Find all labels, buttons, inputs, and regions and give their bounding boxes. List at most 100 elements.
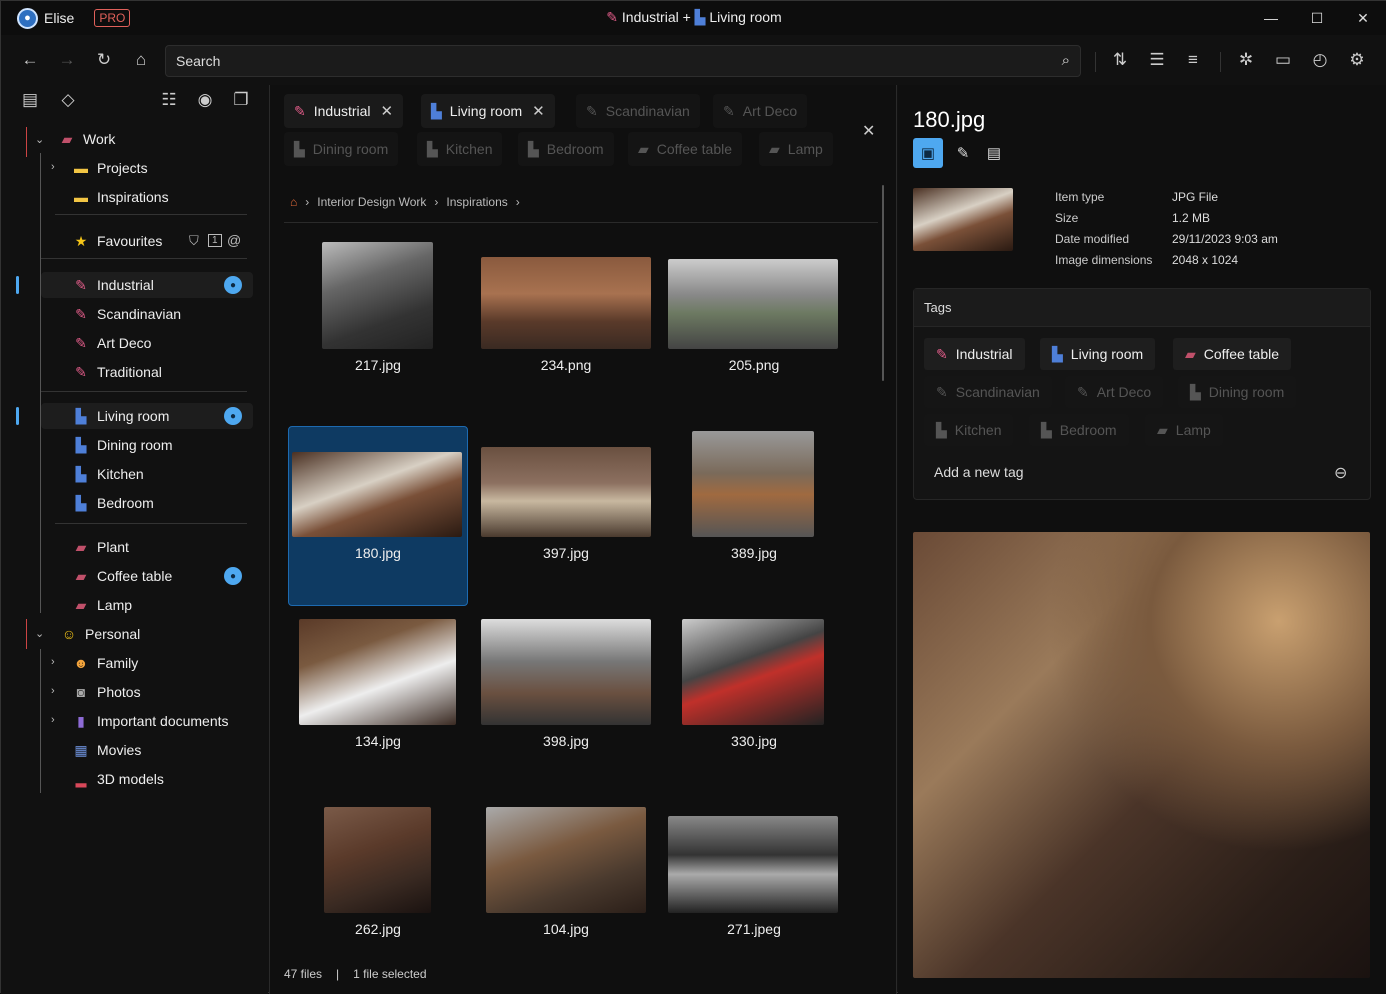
chevron-right-icon[interactable]: ›: [51, 656, 55, 668]
pin-icon[interactable]: ✎: [948, 138, 978, 168]
tag-dining-room[interactable]: ▙ Dining room: [1178, 376, 1297, 408]
sidebar-item-work[interactable]: ▰ Work: [57, 126, 116, 152]
archive-icon[interactable]: ▤: [15, 85, 45, 115]
thumbnail[interactable]: [486, 807, 646, 913]
tag-industrial[interactable]: ✎ Industrial: [924, 338, 1025, 370]
sidebar-item-dining-room[interactable]: ▙ Dining room: [71, 432, 173, 458]
sidebar-item-coffee-table[interactable]: ▰ Coffee table: [71, 563, 173, 589]
sidebar-item-kitchen[interactable]: ▙ Kitchen: [71, 461, 144, 487]
sidebar-item-bedroom[interactable]: ▙ Bedroom: [71, 490, 154, 516]
sidebar-item-industrial[interactable]: ✎ Industrial: [71, 272, 154, 298]
sidebar-item-personal[interactable]: ☺ Personal: [59, 621, 140, 647]
sidebar-item-living-room[interactable]: ▙ Living room: [71, 403, 170, 429]
thumbnail[interactable]: [481, 257, 651, 349]
filter-tag-scandinavian[interactable]: ✎ Scandinavian: [576, 94, 700, 128]
filter-active-icon[interactable]: ●: [224, 567, 242, 585]
filter-tag-kitchen[interactable]: ▙ Kitchen: [417, 132, 503, 166]
home-icon[interactable]: ⌂: [126, 45, 156, 75]
search-input[interactable]: Search ⌕: [165, 45, 1081, 77]
thumbnail[interactable]: [322, 242, 433, 349]
tag-lamp[interactable]: ▰ Lamp: [1145, 414, 1223, 446]
tag-bedroom[interactable]: ▙ Bedroom: [1029, 414, 1129, 446]
list-view-icon[interactable]: ☰: [1142, 45, 1172, 75]
house-icon[interactable]: ⌂: [290, 195, 297, 209]
chevron-down-icon[interactable]: ⌄: [35, 627, 44, 640]
search-icon[interactable]: ⌕: [1062, 52, 1070, 69]
close-window-button[interactable]: ✕: [1340, 1, 1386, 35]
maximize-button[interactable]: ☐: [1294, 1, 1340, 35]
breadcrumb-item[interactable]: Interior Design Work: [317, 195, 426, 209]
sort-icon[interactable]: ⇅: [1105, 45, 1135, 75]
add-tag-input[interactable]: Add a new tag: [934, 464, 1024, 480]
panel-icon[interactable]: ▭: [1268, 45, 1298, 75]
tag-coffee-table[interactable]: ▰ Coffee table: [1173, 338, 1292, 370]
chevron-right-icon[interactable]: ›: [51, 161, 55, 173]
smile-icon: ☺: [61, 626, 77, 642]
chevron-down-icon[interactable]: ⌄: [35, 133, 44, 146]
sidebar-item-art-deco[interactable]: ✎ Art Deco: [71, 330, 151, 356]
history-icon[interactable]: ◴: [1305, 45, 1335, 75]
sidebar-item-lamp[interactable]: ▰ Lamp: [71, 592, 132, 618]
breadcrumb-item[interactable]: Inspirations: [446, 195, 507, 209]
sidebar-item-plant[interactable]: ▰ Plant: [71, 534, 129, 560]
thumbnail[interactable]: [481, 447, 651, 537]
close-icon[interactable]: ✕: [381, 102, 394, 120]
tag-art-deco[interactable]: ✎ Art Deco: [1065, 376, 1164, 408]
thumbnail[interactable]: [292, 452, 462, 537]
sidebar-item-photos[interactable]: ◙ Photos: [71, 679, 141, 705]
thumbnail[interactable]: [668, 259, 838, 349]
thumbnail[interactable]: [324, 807, 431, 913]
thumbnail[interactable]: [481, 619, 651, 725]
thumbnail[interactable]: [668, 816, 838, 913]
tag-living-room[interactable]: ▙ Living room: [1040, 338, 1156, 370]
scrollbar[interactable]: [882, 185, 884, 381]
sidebar-item-scandinavian[interactable]: ✎ Scandinavian: [71, 301, 181, 327]
brush-icon: ✎: [723, 102, 735, 119]
filter-tag-dining-room[interactable]: ▙ Dining room: [284, 132, 399, 166]
settings-gear-icon[interactable]: ⚙: [1342, 45, 1372, 75]
document-icon[interactable]: ▤: [979, 138, 1009, 168]
minus-circle-icon[interactable]: ⊖: [1334, 463, 1347, 483]
sidebar-item-inspirations[interactable]: ▬ Inspirations: [71, 184, 169, 210]
filter-tag-art-deco[interactable]: ✎ Art Deco: [713, 94, 808, 128]
brush-icon: ✎: [606, 9, 619, 25]
sidebar-item-family[interactable]: ☻ Family: [71, 650, 139, 676]
breadcrumb: ⌂ › Interior Design Work › Inspirations ›: [290, 195, 520, 209]
filter-tag-coffee-table[interactable]: ▰ Coffee table: [628, 132, 743, 166]
sidebar-item-3d-models[interactable]: ▂ 3D models: [71, 766, 164, 792]
copy-icon[interactable]: ❐: [226, 85, 256, 115]
graph-icon[interactable]: ✲: [1231, 45, 1261, 75]
sidebar-item-important-documents[interactable]: ▮ Important documents: [71, 708, 228, 734]
filter-active-icon[interactable]: ●: [224, 276, 242, 294]
chevron-right-icon[interactable]: ›: [51, 714, 55, 726]
tag-icon[interactable]: ◇: [53, 85, 83, 115]
minimize-button[interactable]: —: [1248, 1, 1294, 35]
filter-tag-lamp[interactable]: ▰ Lamp: [759, 132, 833, 166]
sidebar-item-projects[interactable]: ▬ Projects: [71, 155, 148, 181]
back-arrow-icon[interactable]: ←: [15, 45, 45, 75]
checklist-icon[interactable]: ☷: [154, 85, 184, 115]
forward-arrow-icon[interactable]: →: [52, 45, 82, 75]
filter-tag-bedroom[interactable]: ▙ Bedroom: [518, 132, 614, 166]
eye-icon[interactable]: ◉: [190, 85, 220, 115]
refresh-icon[interactable]: ↻: [89, 45, 119, 75]
close-icon[interactable]: ✕: [862, 121, 875, 141]
sidebar-item-favourites[interactable]: ★ Favourites: [71, 228, 163, 254]
film-icon: ▦: [74, 741, 88, 758]
tag-kitchen[interactable]: ▙ Kitchen: [924, 414, 1014, 446]
sidebar-item-movies[interactable]: ▦ Movies: [71, 737, 141, 763]
thumbnail[interactable]: [299, 619, 456, 725]
thumbnail[interactable]: [692, 431, 814, 537]
filter-tag-living-room[interactable]: ▙ Living room ✕: [421, 94, 555, 128]
align-icon[interactable]: ≡: [1178, 45, 1208, 75]
filter-tag-industrial[interactable]: ✎ Industrial ✕: [284, 94, 404, 128]
file-count: 47 files: [284, 967, 323, 981]
sidebar-item-traditional[interactable]: ✎ Traditional: [71, 359, 162, 385]
thumbnail[interactable]: [682, 619, 824, 725]
close-icon[interactable]: ✕: [532, 102, 545, 120]
user-menu[interactable]: ● Elise: [17, 7, 74, 29]
preview-icon[interactable]: ▣: [913, 138, 943, 168]
tag-scandinavian[interactable]: ✎ Scandinavian: [924, 376, 1052, 408]
chevron-right-icon[interactable]: ›: [51, 685, 55, 697]
filter-active-icon[interactable]: ●: [224, 407, 242, 425]
